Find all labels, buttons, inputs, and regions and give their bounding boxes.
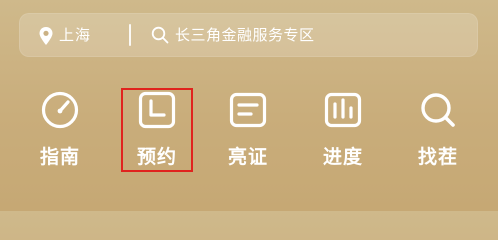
nav-label: 指南 — [39, 146, 80, 168]
location-selector[interactable]: 上海 — [59, 22, 91, 48]
nav-item-show-id[interactable]: 亮证 — [208, 90, 288, 180]
highlight-box — [121, 88, 193, 172]
divider — [129, 24, 131, 46]
search-icon — [151, 26, 169, 44]
nav-label: 找茬 — [417, 146, 458, 168]
location-pin-icon[interactable] — [38, 26, 54, 46]
gauge-icon — [41, 91, 79, 129]
nav-item-progress[interactable]: 进度 — [303, 90, 383, 180]
nav-item-feedback[interactable]: 找茬 — [398, 90, 478, 180]
card-icon — [229, 92, 267, 128]
nav-label: 亮证 — [227, 146, 268, 168]
search-input[interactable]: 长三角金融服务专区 — [175, 22, 315, 48]
magnifier-icon — [421, 93, 455, 127]
top-bar: 上海 长三角金融服务专区 — [19, 13, 478, 57]
nav-label: 进度 — [322, 146, 363, 168]
bar-chart-icon — [324, 92, 362, 128]
nav-item-guide[interactable]: 指南 — [20, 90, 100, 180]
